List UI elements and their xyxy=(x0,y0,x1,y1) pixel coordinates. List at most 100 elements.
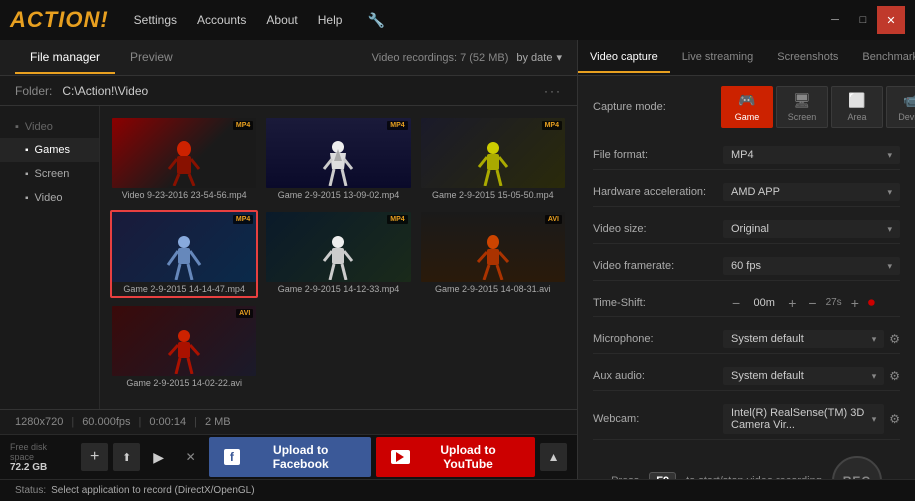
to-label: to start/stop video recording xyxy=(686,475,822,479)
menu-settings[interactable]: Settings xyxy=(134,13,177,27)
tab-file-manager[interactable]: File manager xyxy=(15,42,115,74)
thumbnail-item[interactable]: MP4 Game 2-9-2015 15-05-50.mp4 xyxy=(419,116,567,204)
wrench-icon[interactable]: 🔧 xyxy=(367,12,384,29)
aux-audio-row: Aux audio: System default ▾ ⚙ xyxy=(593,362,900,391)
maximize-button[interactable]: □ xyxy=(849,6,877,34)
minimize-button[interactable]: ─ xyxy=(821,6,849,34)
thumbnail-label: Game 2-9-2015 14-08-31.avi xyxy=(421,282,565,296)
fps-info: 60.000fps xyxy=(82,416,130,428)
sidebar-item-video[interactable]: ▪ Video xyxy=(0,186,99,210)
menu-about[interactable]: About xyxy=(266,13,297,27)
close-button[interactable]: ✕ xyxy=(877,6,905,34)
webcam-settings-button[interactable]: ⚙ xyxy=(889,412,900,426)
status-bar: Status: Select application to record (Di… xyxy=(0,479,915,501)
format-badge: MP4 xyxy=(542,121,562,130)
thumbnail-label: Video 9-23-2016 23-54-56.mp4 xyxy=(112,188,256,202)
window-controls: ─ □ ✕ xyxy=(821,6,905,34)
chevron-down-icon: ▾ xyxy=(872,334,877,345)
status-label: Status: xyxy=(15,485,46,496)
thumbnail-item[interactable]: MP4 Game 2-9-2015 13-09-02.mp4 xyxy=(264,116,412,204)
file-format-dropdown[interactable]: MP4 ▾ xyxy=(723,146,900,164)
gamepad-icon: 🎮 xyxy=(738,92,755,109)
timeshift-minus2-button[interactable]: − xyxy=(805,295,819,311)
tab-live-streaming[interactable]: Live streaming xyxy=(670,43,766,73)
menu-help[interactable]: Help xyxy=(318,13,343,27)
chevron-down-icon: ▾ xyxy=(887,150,892,161)
upload-icon-button[interactable]: ⬆ xyxy=(113,443,140,471)
facebook-icon: f xyxy=(224,449,239,465)
sidebar-item-games[interactable]: ▪ Games xyxy=(0,138,99,162)
stop-button[interactable]: ✕ xyxy=(177,443,204,471)
microphone-dropdown[interactable]: System default ▾ xyxy=(723,330,884,348)
menu-accounts[interactable]: Accounts xyxy=(197,13,246,27)
mode-screen-button[interactable]: 🖥 Screen xyxy=(776,86,828,128)
timeshift-plus-button[interactable]: + xyxy=(785,295,799,311)
disk-label: Free disk space xyxy=(10,442,71,462)
mode-area-button[interactable]: ⬜ Area xyxy=(831,86,883,128)
chevron-down-icon: ▾ xyxy=(887,261,892,272)
folder-more-button[interactable]: ··· xyxy=(544,84,562,98)
upload-youtube-button[interactable]: Upload to YouTube xyxy=(376,437,535,477)
mode-game-button[interactable]: 🎮 Game xyxy=(721,86,773,128)
thumbnail-item[interactable]: AVI Game 2-9-2015 14-02-22.avi xyxy=(110,304,258,392)
tab-screenshots[interactable]: Screenshots xyxy=(765,43,850,73)
timeshift-rec-icon[interactable]: ⏺ xyxy=(868,294,875,311)
framerate-dropdown[interactable]: 60 fps ▾ xyxy=(723,257,900,275)
disk-info: Free disk space 72.2 GB xyxy=(10,442,71,473)
youtube-icon xyxy=(391,450,410,464)
aux-settings-button[interactable]: ⚙ xyxy=(889,369,900,383)
mode-device-button[interactable]: 📹 Device xyxy=(886,86,915,128)
capture-mode-row: Capture mode: 🎮 Game 🖥 Screen ⬜ Area xyxy=(593,86,900,128)
capture-mode-label: Capture mode: xyxy=(593,101,713,113)
folder-path[interactable]: C:\Action!\Video xyxy=(62,84,148,98)
sidebar-section-video[interactable]: ▪ Video xyxy=(0,116,99,138)
format-badge: MP4 xyxy=(387,121,407,130)
tab-video-capture[interactable]: Video capture xyxy=(578,43,670,73)
key-badge: F9 xyxy=(649,472,676,479)
format-badge: AVI xyxy=(545,215,562,224)
hw-accel-dropdown[interactable]: AMD APP ▾ xyxy=(723,183,900,201)
timeshift-row: Time-Shift: − 00m + − 27s + ⏺ xyxy=(593,289,900,317)
thumbnail-item[interactable]: MP4 Game 2-9-2015 14-14-47.mp4 xyxy=(110,210,258,298)
duration-info: 0:00:14 xyxy=(149,416,186,428)
content-area: ▪ Video ▪ Games ▪ Screen ▪ Video xyxy=(0,106,577,409)
tab-benchmark[interactable]: Benchmark xyxy=(850,43,915,73)
app-logo: ACTION! xyxy=(10,7,109,33)
sidebar-item-screen[interactable]: ▪ Screen xyxy=(0,162,99,186)
timeshift-label: Time-Shift: xyxy=(593,297,723,309)
device-icon: 📹 xyxy=(903,92,915,109)
framerate-label: Video framerate: xyxy=(593,260,723,272)
video-size-row: Video size: Original ▾ xyxy=(593,215,900,244)
timeshift-plus2-button[interactable]: + xyxy=(848,295,862,311)
thumbnail-item[interactable]: MP4 Video 9-23-2016 23-54-56.mp4 xyxy=(110,116,258,204)
logo-bang: ! xyxy=(100,7,108,32)
mode-buttons: 🎮 Game 🖥 Screen ⬜ Area 📹 Device xyxy=(721,86,915,128)
right-content: Capture mode: 🎮 Game 🖥 Screen ⬜ Area xyxy=(578,76,915,479)
hw-accel-label: Hardware acceleration: xyxy=(593,186,723,198)
aux-audio-dropdown[interactable]: System default ▾ xyxy=(723,367,884,385)
thumbnail-label: Game 2-9-2015 13-09-02.mp4 xyxy=(266,188,410,202)
microphone-settings-button[interactable]: ⚙ xyxy=(889,332,900,346)
aux-audio-label: Aux audio: xyxy=(593,370,723,382)
thumbnail-label: Game 2-9-2015 14-14-47.mp4 xyxy=(112,282,256,296)
format-badge: MP4 xyxy=(233,215,253,224)
thumbnail-item[interactable]: AVI Game 2-9-2015 14-08-31.avi xyxy=(419,210,567,298)
video-size-dropdown[interactable]: Original ▾ xyxy=(723,220,900,238)
file-format-row: File format: MP4 ▾ xyxy=(593,141,900,170)
rec-button[interactable]: REC xyxy=(832,456,882,479)
tab-preview[interactable]: Preview xyxy=(115,42,188,74)
timeshift-minus-button[interactable]: − xyxy=(729,295,743,311)
main-layout: File manager Preview Video recordings: 7… xyxy=(0,40,915,479)
play-button[interactable]: ▶ xyxy=(145,443,172,471)
webcam-dropdown[interactable]: Intel(R) RealSense(TM) 3D Camera Vir... … xyxy=(723,404,884,434)
add-recording-button[interactable]: + xyxy=(81,443,108,471)
upload-facebook-button[interactable]: f Upload to Facebook xyxy=(209,437,371,477)
upload-more-button[interactable]: ▲ xyxy=(540,443,567,471)
title-menu: Settings Accounts About Help 🔧 xyxy=(134,12,385,29)
size-info: 2 MB xyxy=(205,416,231,428)
thumbnail-item[interactable]: MP4 Game 2-9-2015 14-12-33.mp4 xyxy=(264,210,412,298)
status-value: Select application to record (DirectX/Op… xyxy=(51,485,254,496)
microphone-row: Microphone: System default ▾ ⚙ xyxy=(593,325,900,354)
screen-icon: 🖥 xyxy=(793,92,811,109)
sort-dropdown[interactable]: by date ▾ xyxy=(516,51,562,64)
